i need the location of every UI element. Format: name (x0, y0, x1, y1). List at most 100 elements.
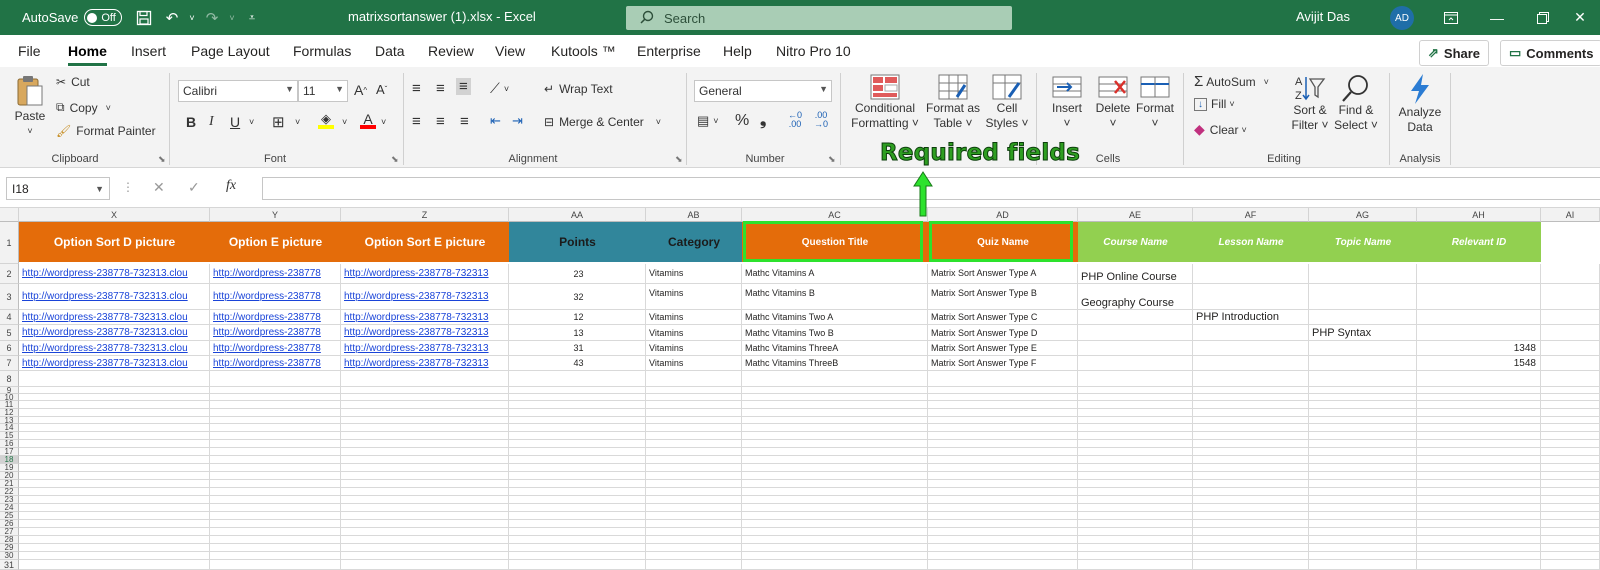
grid-cell[interactable] (1193, 432, 1309, 440)
grid-cell[interactable] (210, 409, 341, 417)
data-cell-category[interactable]: Vitamins (646, 356, 742, 371)
grid-cell[interactable] (742, 480, 928, 488)
grid-cell[interactable] (1078, 544, 1193, 552)
header-cell[interactable]: Lesson Name (1193, 222, 1309, 262)
data-cell-title[interactable]: Mathc Vitamins A (742, 264, 928, 284)
grid-cell[interactable] (928, 520, 1078, 528)
alignment-launcher-icon[interactable]: ⬊ (675, 154, 683, 165)
row-header[interactable]: 4 (0, 310, 19, 325)
grid-cell[interactable] (928, 504, 1078, 512)
tab-home[interactable]: Home (68, 43, 107, 66)
grid-cell[interactable] (1417, 394, 1541, 401)
grid-cell[interactable] (1417, 464, 1541, 472)
clipboard-launcher-icon[interactable]: ⬊ (158, 154, 166, 165)
grid-cell[interactable] (1193, 464, 1309, 472)
grid-cell[interactable] (19, 448, 210, 456)
grid-cell[interactable] (1541, 325, 1600, 341)
grid-cell[interactable] (928, 456, 1078, 464)
minimize-icon[interactable]: — (1474, 0, 1520, 35)
grid-cell[interactable] (646, 552, 742, 560)
grid-cell[interactable] (19, 456, 210, 464)
grid-cell[interactable] (210, 504, 341, 512)
grid-cell[interactable] (341, 488, 509, 496)
data-cell-id[interactable]: 1548 (1417, 356, 1541, 371)
grid-cell[interactable] (1193, 387, 1309, 394)
data-cell-quiz[interactable]: Matrix Sort Answer Type D (928, 325, 1078, 341)
tab-nitro[interactable]: Nitro Pro 10 (776, 43, 851, 59)
data-cell-z[interactable]: http://wordpress-238778-732313 (341, 264, 509, 284)
grid-cell[interactable] (1417, 496, 1541, 504)
grid-cell[interactable] (742, 504, 928, 512)
column-header[interactable]: AA (509, 208, 646, 222)
grid-cell[interactable] (742, 424, 928, 432)
grid-cell[interactable] (1541, 401, 1600, 409)
grid-cell[interactable] (1541, 284, 1600, 310)
grid-cell[interactable] (1541, 480, 1600, 488)
grid-cell[interactable] (210, 552, 341, 560)
grid-cell[interactable] (1417, 528, 1541, 536)
tab-enterprise[interactable]: Enterprise (637, 43, 701, 59)
format-painter-button[interactable]: 🖌 Format Painter (56, 124, 156, 138)
data-cell-x[interactable]: http://wordpress-238778-732313.clou (19, 310, 210, 325)
grid-cell[interactable] (1541, 496, 1600, 504)
grid-cell[interactable] (1078, 456, 1193, 464)
grid-cell[interactable] (1541, 440, 1600, 448)
sort-filter-button[interactable]: AZ Sort & Filter ˅ (1288, 73, 1332, 133)
autosave-control[interactable]: AutoSave Off (22, 9, 122, 26)
grid-cell[interactable] (509, 552, 646, 560)
grid-cell[interactable] (341, 496, 509, 504)
grid-cell[interactable] (1417, 512, 1541, 520)
grid-cell[interactable] (19, 401, 210, 409)
grid-cell[interactable] (509, 464, 646, 472)
grid-cell[interactable] (646, 488, 742, 496)
grid-cell[interactable] (509, 560, 646, 570)
grid-cell[interactable] (1193, 440, 1309, 448)
grid-cell[interactable] (928, 394, 1078, 401)
grid-cell[interactable] (646, 409, 742, 417)
data-cell-z[interactable]: http://wordpress-238778-732313 (341, 356, 509, 371)
grid-cell[interactable] (742, 552, 928, 560)
grid-cell[interactable] (1541, 488, 1600, 496)
data-cell-course[interactable]: PHP Online Course (1078, 264, 1193, 284)
grid-cell[interactable] (341, 464, 509, 472)
grid-cell[interactable] (742, 464, 928, 472)
data-cell-title[interactable]: Mathc Vitamins Two B (742, 325, 928, 341)
data-cell-points[interactable]: 43 (509, 356, 646, 371)
data-cell-lesson[interactable]: PHP Introduction (1193, 310, 1309, 325)
row-header[interactable]: 30 (0, 552, 19, 560)
bold-icon[interactable]: B (186, 114, 196, 130)
grid-cell[interactable] (341, 480, 509, 488)
grid-cell[interactable] (1193, 424, 1309, 432)
align-bottom-icon[interactable]: ≡ (456, 78, 471, 95)
grid-cell[interactable] (1417, 448, 1541, 456)
grid-cell[interactable] (1417, 417, 1541, 424)
grid-cell[interactable] (509, 417, 646, 424)
grid-cell[interactable] (19, 424, 210, 432)
wrap-text-button[interactable]: ↵ Wrap Text (544, 82, 613, 96)
data-cell-title[interactable]: Mathc Vitamins Two A (742, 310, 928, 325)
grid-cell[interactable] (19, 536, 210, 544)
grid-cell[interactable] (210, 371, 341, 387)
grid-cell[interactable] (742, 496, 928, 504)
header-cell[interactable]: Question Title (742, 222, 928, 262)
grid-cell[interactable] (19, 472, 210, 480)
data-cell-x[interactable]: http://wordpress-238778-732313.clou (19, 341, 210, 356)
data-cell-title[interactable]: Mathc Vitamins ThreeA (742, 341, 928, 356)
grid-cell[interactable] (1193, 394, 1309, 401)
grid-cell[interactable] (1541, 409, 1600, 417)
row-header[interactable]: 1 (0, 222, 19, 264)
row-header[interactable]: 5 (0, 325, 19, 341)
grid-cell[interactable] (509, 472, 646, 480)
tab-file[interactable]: File (18, 43, 41, 59)
grid-cell[interactable] (1309, 432, 1417, 440)
grid-cell[interactable] (1193, 472, 1309, 480)
grid-cell[interactable] (19, 504, 210, 512)
grid-cell[interactable] (1309, 424, 1417, 432)
grow-font-icon[interactable]: A ^ (354, 82, 367, 98)
data-cell-x[interactable]: http://wordpress-238778-732313.clou (19, 264, 210, 284)
grid-cell[interactable] (1078, 512, 1193, 520)
grid-cell[interactable] (210, 520, 341, 528)
name-box[interactable]: I18 ▼ (6, 177, 110, 200)
grid-cell[interactable] (1193, 560, 1309, 570)
grid-cell[interactable] (646, 472, 742, 480)
